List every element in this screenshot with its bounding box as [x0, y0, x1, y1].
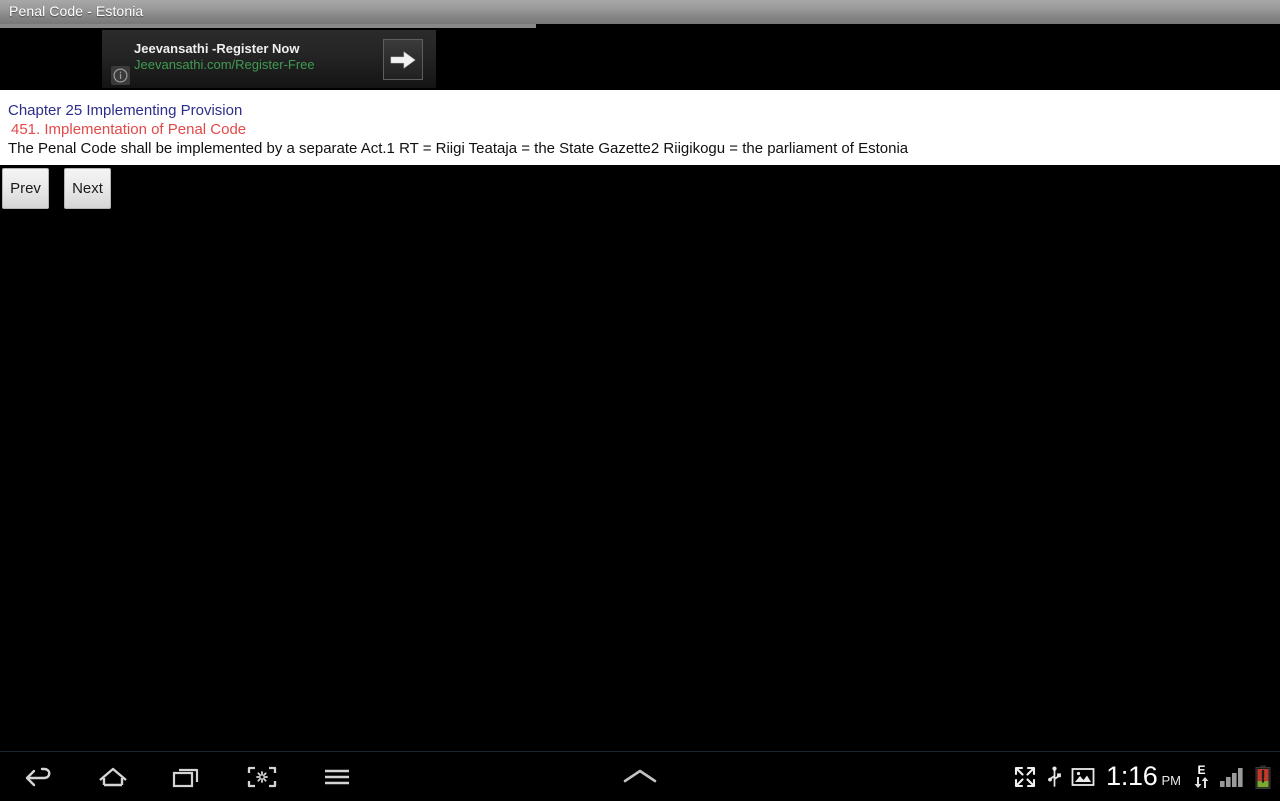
- pager-controls: Prev Next: [0, 165, 1280, 213]
- body-paragraph: The Penal Code shall be implemented by a…: [8, 140, 909, 157]
- ad-text-block: Jeevansathi -Register Now Jeevansathi.co…: [134, 41, 370, 73]
- clock-meridiem: PM: [1161, 773, 1182, 788]
- document-content: Chapter 25 Implementing Provision 451. I…: [0, 90, 1280, 165]
- info-icon[interactable]: [111, 66, 130, 85]
- clock-time: 1:16: [1106, 761, 1158, 791]
- prev-button[interactable]: Prev: [2, 168, 49, 209]
- chevron-up-icon[interactable]: [615, 752, 665, 801]
- status-clock: 1:16 PM: [1106, 763, 1181, 790]
- back-icon[interactable]: [14, 752, 64, 801]
- usb-icon: [1047, 764, 1062, 790]
- recents-icon[interactable]: [162, 752, 212, 801]
- screenshot-capture-icon[interactable]: [237, 752, 287, 801]
- network-type-label: E: [1197, 763, 1206, 777]
- home-icon[interactable]: [88, 752, 138, 801]
- signal-bars-icon: [1219, 765, 1245, 789]
- chapter-heading: Chapter 25 Implementing Provision: [8, 102, 243, 119]
- fullscreen-expand-icon[interactable]: [1012, 764, 1038, 790]
- page-title: Penal Code - Estonia: [9, 3, 144, 19]
- section-heading: 451. Implementation of Penal Code: [11, 121, 247, 138]
- advertisement-region: Jeevansathi -Register Now Jeevansathi.co…: [0, 28, 536, 118]
- battery-low-icon: [1254, 764, 1272, 790]
- status-icon-cluster: 1:16 PM E: [1003, 752, 1272, 801]
- menu-icon[interactable]: [312, 752, 362, 801]
- screenshot-saved-icon: [1071, 766, 1095, 788]
- ad-headline: Jeevansathi -Register Now: [134, 41, 300, 56]
- system-navigation-bar: 1:16 PM E: [0, 751, 1280, 801]
- arrow-right-icon: [390, 50, 416, 69]
- ad-banner[interactable]: Jeevansathi -Register Now Jeevansathi.co…: [102, 30, 436, 88]
- next-button[interactable]: Next: [64, 168, 111, 209]
- ad-url[interactable]: Jeevansathi.com/Register-Free: [134, 56, 370, 73]
- page-backdrop: [0, 213, 1280, 751]
- data-transfer-icon: [1194, 777, 1209, 788]
- app-title-bar: Penal Code - Estonia: [0, 0, 1280, 24]
- ad-cta-arrow-button[interactable]: [383, 39, 423, 80]
- network-type-indicator: E: [1193, 764, 1210, 789]
